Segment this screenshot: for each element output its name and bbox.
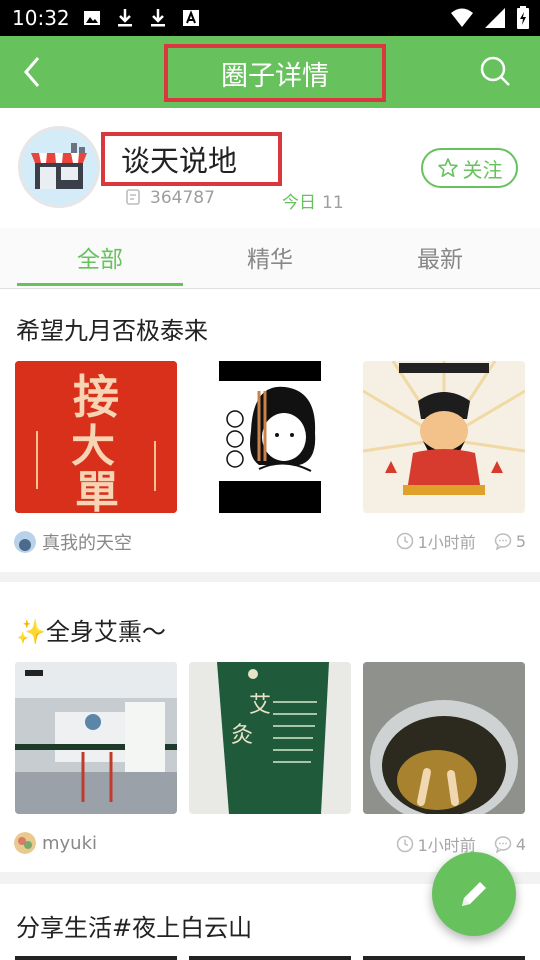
- author-name: myuki: [42, 832, 98, 854]
- circle-header: 谈天说地 364787 今日 11 关注: [0, 108, 540, 228]
- download-icon: [148, 8, 168, 28]
- post-image-cartoon[interactable]: [189, 361, 351, 513]
- post-title[interactable]: 希望九月否极泰来: [16, 311, 208, 346]
- app-bar: 圈子详情: [0, 36, 540, 108]
- svg-text:接: 接: [73, 370, 119, 424]
- post-meta: 1小时前 5: [396, 529, 526, 553]
- members-icon: [126, 189, 140, 205]
- search-button[interactable]: [478, 54, 512, 88]
- post-meta: 1小时前 4: [396, 832, 526, 856]
- tab-bar: 全部 精华 最新: [0, 228, 540, 289]
- status-time: 10:32: [12, 6, 70, 30]
- star-icon: [437, 158, 458, 177]
- post-image-god-of-wealth[interactable]: [363, 361, 525, 513]
- author-avatar: [14, 531, 36, 553]
- pencil-icon: [462, 882, 486, 906]
- comment-icon: [494, 533, 512, 550]
- wifi-icon: [450, 7, 474, 33]
- comment-count: 4: [515, 834, 526, 854]
- search-icon: [480, 56, 510, 86]
- signal-icon: [484, 7, 506, 33]
- author-name: 真我的天空: [42, 533, 132, 554]
- svg-text:艾: 艾: [249, 693, 271, 718]
- post-image-preview[interactable]: [189, 956, 351, 960]
- font-notification-icon: [181, 8, 201, 28]
- page-title: 圈子详情: [164, 44, 386, 102]
- today-label: 今日: [282, 193, 316, 213]
- member-count: 364787: [150, 188, 215, 208]
- post-image-lobby[interactable]: [15, 662, 177, 814]
- post-image-preview[interactable]: [363, 956, 525, 960]
- follow-button[interactable]: 关注: [421, 148, 518, 188]
- post-card[interactable]: 希望九月否极泰来 接 大 單 真我的天空 1小时前 5: [0, 289, 540, 572]
- post-image-preview[interactable]: [15, 956, 177, 960]
- gallery-notification-icon: [82, 8, 102, 28]
- download-icon: [115, 8, 135, 28]
- post-author[interactable]: myuki: [14, 832, 97, 854]
- post-image-poster[interactable]: 接 大 單: [15, 361, 177, 513]
- tab-featured[interactable]: 精华: [180, 228, 360, 286]
- compose-button[interactable]: [432, 852, 516, 936]
- member-stats: 364787: [124, 188, 215, 208]
- post-card[interactable]: ✨全身艾熏～ 艾 灸 myuki 1小时前 4: [0, 582, 540, 872]
- tab-indicator: [17, 283, 183, 286]
- tab-latest[interactable]: 最新: [350, 228, 530, 286]
- svg-text:單: 單: [75, 467, 119, 513]
- post-time: 1小时前: [417, 533, 476, 552]
- back-arrow-icon: [24, 57, 40, 87]
- comment-icon: [494, 836, 512, 853]
- tab-all[interactable]: 全部: [10, 228, 190, 286]
- follow-label: 关注: [462, 157, 503, 182]
- back-button[interactable]: [18, 52, 48, 92]
- post-author[interactable]: 真我的天空: [14, 529, 132, 555]
- clock-icon: [396, 835, 413, 853]
- clock-icon: [396, 532, 413, 550]
- circle-name: 谈天说地: [101, 132, 282, 186]
- today-stats: 今日 11: [282, 188, 344, 213]
- post-image-sign[interactable]: 艾 灸: [189, 662, 351, 814]
- post-title[interactable]: 分享生活#夜上白云山: [16, 908, 252, 943]
- status-bar: 10:32: [0, 0, 540, 36]
- author-avatar: [14, 832, 36, 854]
- post-image-basin[interactable]: [363, 662, 525, 814]
- shop-icon: [21, 129, 97, 205]
- circle-avatar: [18, 126, 100, 208]
- svg-text:大: 大: [71, 421, 115, 472]
- post-title[interactable]: ✨全身艾熏～: [16, 612, 166, 647]
- today-count: 11: [322, 193, 344, 213]
- battery-icon: [516, 6, 530, 34]
- svg-text:灸: 灸: [231, 723, 253, 748]
- comment-count: 5: [515, 531, 526, 551]
